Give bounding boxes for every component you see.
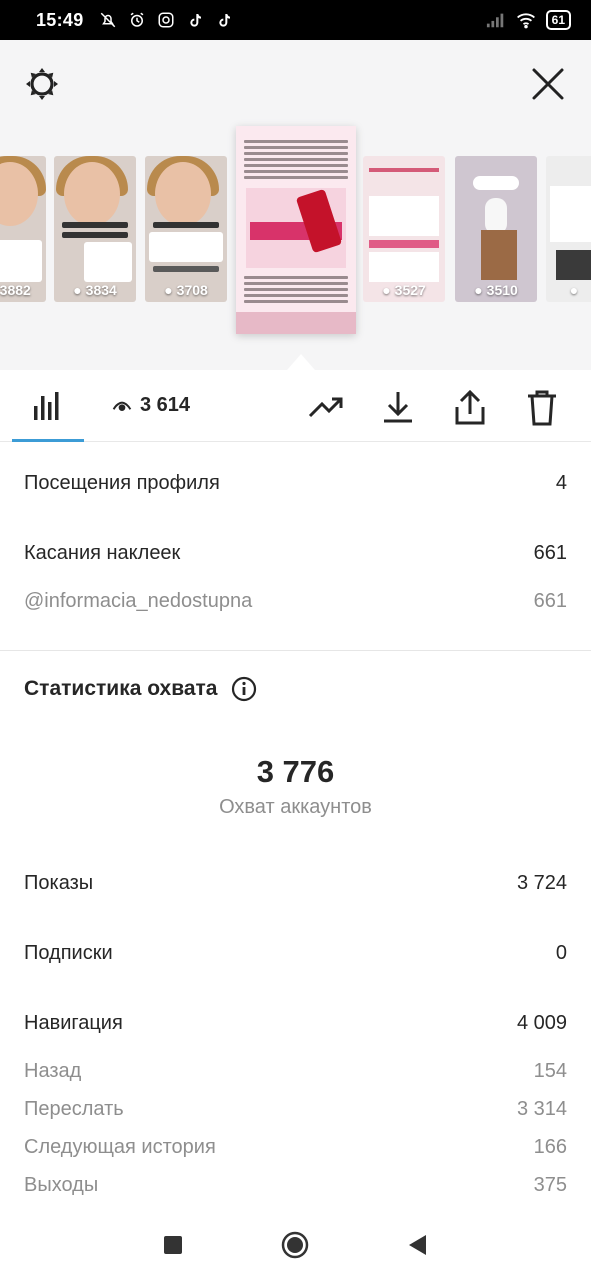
impressions-value: 3 724 — [516, 872, 567, 894]
eye-icon: ● — [382, 282, 391, 298]
story-thumbnail[interactable]: ●3882 — [0, 156, 46, 302]
forward-value: 3 314 — [516, 1098, 567, 1120]
profile-visits-value: 4 — [555, 472, 567, 494]
story-thumbnail[interactable]: ● 3510 — [455, 156, 537, 302]
signal-icon — [486, 10, 506, 30]
delete-button[interactable] — [526, 390, 558, 426]
forward-row: Переслать 3 314 — [24, 1098, 567, 1121]
tab-insights[interactable] — [30, 390, 62, 422]
reach-section-title: Статистика охвата — [24, 676, 257, 702]
settings-button[interactable] — [22, 64, 62, 104]
bar-chart-icon — [34, 392, 59, 420]
navigation-label: Навигация — [24, 1012, 123, 1034]
views-count-button[interactable]: 3 614 — [112, 394, 190, 417]
story-toolbar: 3 614 — [0, 370, 591, 442]
next-story-label: Следующая история — [24, 1136, 216, 1158]
sticker-taps-value: 661 — [533, 542, 567, 564]
eye-icon — [112, 401, 132, 411]
battery-level: 61 — [545, 10, 571, 30]
thumbnail-views: ● 3834 — [73, 282, 117, 298]
close-button[interactable] — [528, 64, 568, 104]
tiktok-icon — [185, 10, 205, 30]
mention-label: @informacia_nedostupna — [24, 590, 253, 612]
profile-visits-label: Посещения профиля — [24, 472, 220, 494]
views-count: 3 614 — [140, 394, 191, 416]
selected-story-preview[interactable] — [236, 126, 356, 334]
promote-button[interactable] — [308, 390, 344, 422]
accounts-reached-value: 3 776 — [256, 754, 335, 789]
impressions-row: Показы 3 724 — [24, 872, 567, 895]
section-divider — [0, 650, 591, 651]
story-thumbnail[interactable]: ● 3834 — [54, 156, 136, 302]
exits-row: Выходы 375 — [24, 1174, 567, 1197]
info-icon[interactable] — [231, 676, 257, 702]
next-story-row: Следующая история 166 — [24, 1136, 567, 1159]
sticker-taps-label: Касания наклеек — [24, 542, 181, 564]
follows-row: Подписки 0 — [24, 942, 567, 965]
exits-label: Выходы — [24, 1174, 99, 1196]
back-button[interactable] — [402, 1230, 432, 1260]
download-icon — [384, 392, 412, 423]
story-thumbnail[interactable]: ● — [546, 156, 591, 302]
follows-value: 0 — [555, 942, 567, 964]
eye-icon: ● — [73, 282, 82, 298]
square-icon — [164, 1236, 182, 1254]
home-button[interactable] — [280, 1230, 310, 1260]
mention-value: 661 — [533, 590, 567, 612]
status-bar: 15:49 61 — [0, 0, 591, 40]
thumbnail-views: ● 3708 — [164, 282, 208, 298]
back-value: 154 — [533, 1060, 567, 1082]
wifi-icon — [516, 10, 536, 30]
alarm-icon — [127, 10, 147, 30]
stories-header: ●3882 ●3834 ●3708 — [0, 40, 591, 370]
status-system-icons: 61 — [486, 10, 571, 30]
trending-up-icon — [308, 397, 343, 418]
close-icon — [532, 68, 564, 100]
thumbnail-views: ●3882 — [0, 282, 31, 298]
thumbnail-views: ● 3527 — [382, 282, 426, 298]
profile-visits-row: Посещения профиля 4 — [24, 472, 567, 495]
status-notification-icons — [98, 10, 234, 30]
share-icon — [455, 390, 485, 425]
navigation-row: Навигация 4 009 — [24, 1012, 567, 1035]
trash-icon — [528, 390, 556, 426]
next-story-value: 166 — [533, 1136, 567, 1158]
active-tab-indicator — [12, 439, 84, 442]
accounts-reached-label: Охват аккаунтов — [219, 796, 372, 818]
eye-icon: ● — [569, 282, 579, 298]
mention-sticker-row[interactable]: @informacia_nedostupna 661 — [24, 590, 567, 613]
bell-off-icon — [98, 10, 118, 30]
gear-icon — [26, 68, 58, 100]
sticker-taps-row: Касания наклеек 661 — [24, 542, 567, 565]
instagram-icon — [156, 10, 176, 30]
follows-label: Подписки — [24, 942, 113, 964]
status-time: 15:49 — [36, 9, 84, 30]
share-button[interactable] — [454, 390, 486, 426]
thumbnail-views: ● 3510 — [474, 282, 518, 298]
tiktok-icon — [214, 10, 234, 30]
download-button[interactable] — [382, 390, 414, 424]
recents-button[interactable] — [158, 1230, 188, 1260]
back-row: Назад 154 — [24, 1060, 567, 1083]
exits-value: 375 — [533, 1174, 567, 1196]
eye-icon: ● — [474, 282, 483, 298]
eye-icon: ● — [164, 282, 173, 298]
impressions-label: Показы — [24, 872, 94, 894]
selection-caret — [287, 354, 315, 370]
navigation-value: 4 009 — [516, 1012, 567, 1034]
forward-label: Переслать — [24, 1098, 124, 1120]
back-label: Назад — [24, 1060, 82, 1082]
system-navigation-bar — [0, 1210, 591, 1280]
circle-icon — [281, 1231, 309, 1259]
thumbnail-views: ● — [546, 282, 591, 298]
story-thumbnail[interactable]: ● 3708 — [145, 156, 227, 302]
triangle-back-icon — [409, 1235, 426, 1255]
story-thumbnail[interactable]: ● 3527 — [363, 156, 445, 302]
